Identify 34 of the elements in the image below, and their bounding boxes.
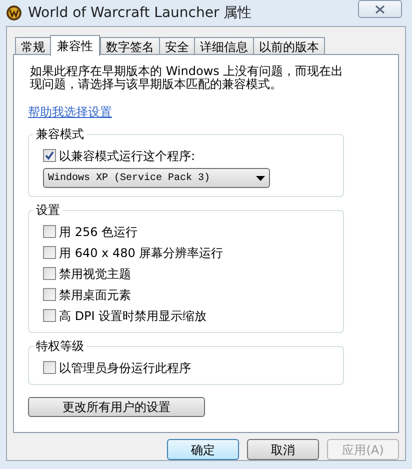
checkbox-label: 用 256 色运行 <box>59 224 138 240</box>
checkbox[interactable] <box>43 225 56 238</box>
tab[interactable]: 以前的版本 <box>253 37 325 55</box>
version-dropdown[interactable]: Windows XP (Service Pack 3) <box>43 168 270 188</box>
checkbox[interactable] <box>43 149 56 162</box>
checkbox-label: 用 640 x 480 屏幕分辨率运行 <box>59 244 224 262</box>
tab[interactable]: 详细信息 <box>194 37 253 55</box>
checkbox[interactable] <box>43 361 56 374</box>
checkbox[interactable] <box>43 309 56 322</box>
dialog-button[interactable]: 取消 <box>247 439 319 460</box>
close-button[interactable] <box>358 0 402 18</box>
dialog-button[interactable]: 确定 <box>167 439 239 460</box>
checkbox[interactable] <box>43 246 56 259</box>
help-link[interactable]: 帮助我选择设置 <box>28 103 112 121</box>
tab[interactable]: 数字签名 <box>100 37 159 55</box>
description-text: 如果此程序在早期版本的 Windows 上没有问题，而现在出现问题，请选择与该早期版本匹配的兼容模式。 <box>30 65 344 91</box>
checkbox-label: 禁用桌面元素 <box>59 286 131 304</box>
caret-icon <box>256 176 265 180</box>
close-icon <box>375 4 385 14</box>
tab[interactable]: 安全 <box>159 37 194 55</box>
checkbox[interactable] <box>43 267 56 280</box>
group-title: 兼容模式 <box>33 126 87 142</box>
checkbox[interactable] <box>43 288 56 301</box>
checkbox-label: 禁用视觉主题 <box>59 266 131 282</box>
change-all-users-button[interactable]: 更改所有用户的设置 <box>28 397 205 417</box>
tab[interactable]: 常规 <box>15 37 50 55</box>
group-title: 特权等级 <box>33 338 87 354</box>
checkbox-label: 以兼容模式运行这个程序: <box>59 148 196 164</box>
app-icon <box>6 5 22 21</box>
tab[interactable]: 兼容性 <box>50 35 100 56</box>
checkbox-label: 高 DPI 设置时禁用显示缩放 <box>59 308 207 324</box>
group-title: 设置 <box>33 202 63 218</box>
checkbox-label: 以管理员身份运行此程序 <box>59 360 191 376</box>
window-title: World of Warcraft Launcher 属性 <box>28 4 252 22</box>
